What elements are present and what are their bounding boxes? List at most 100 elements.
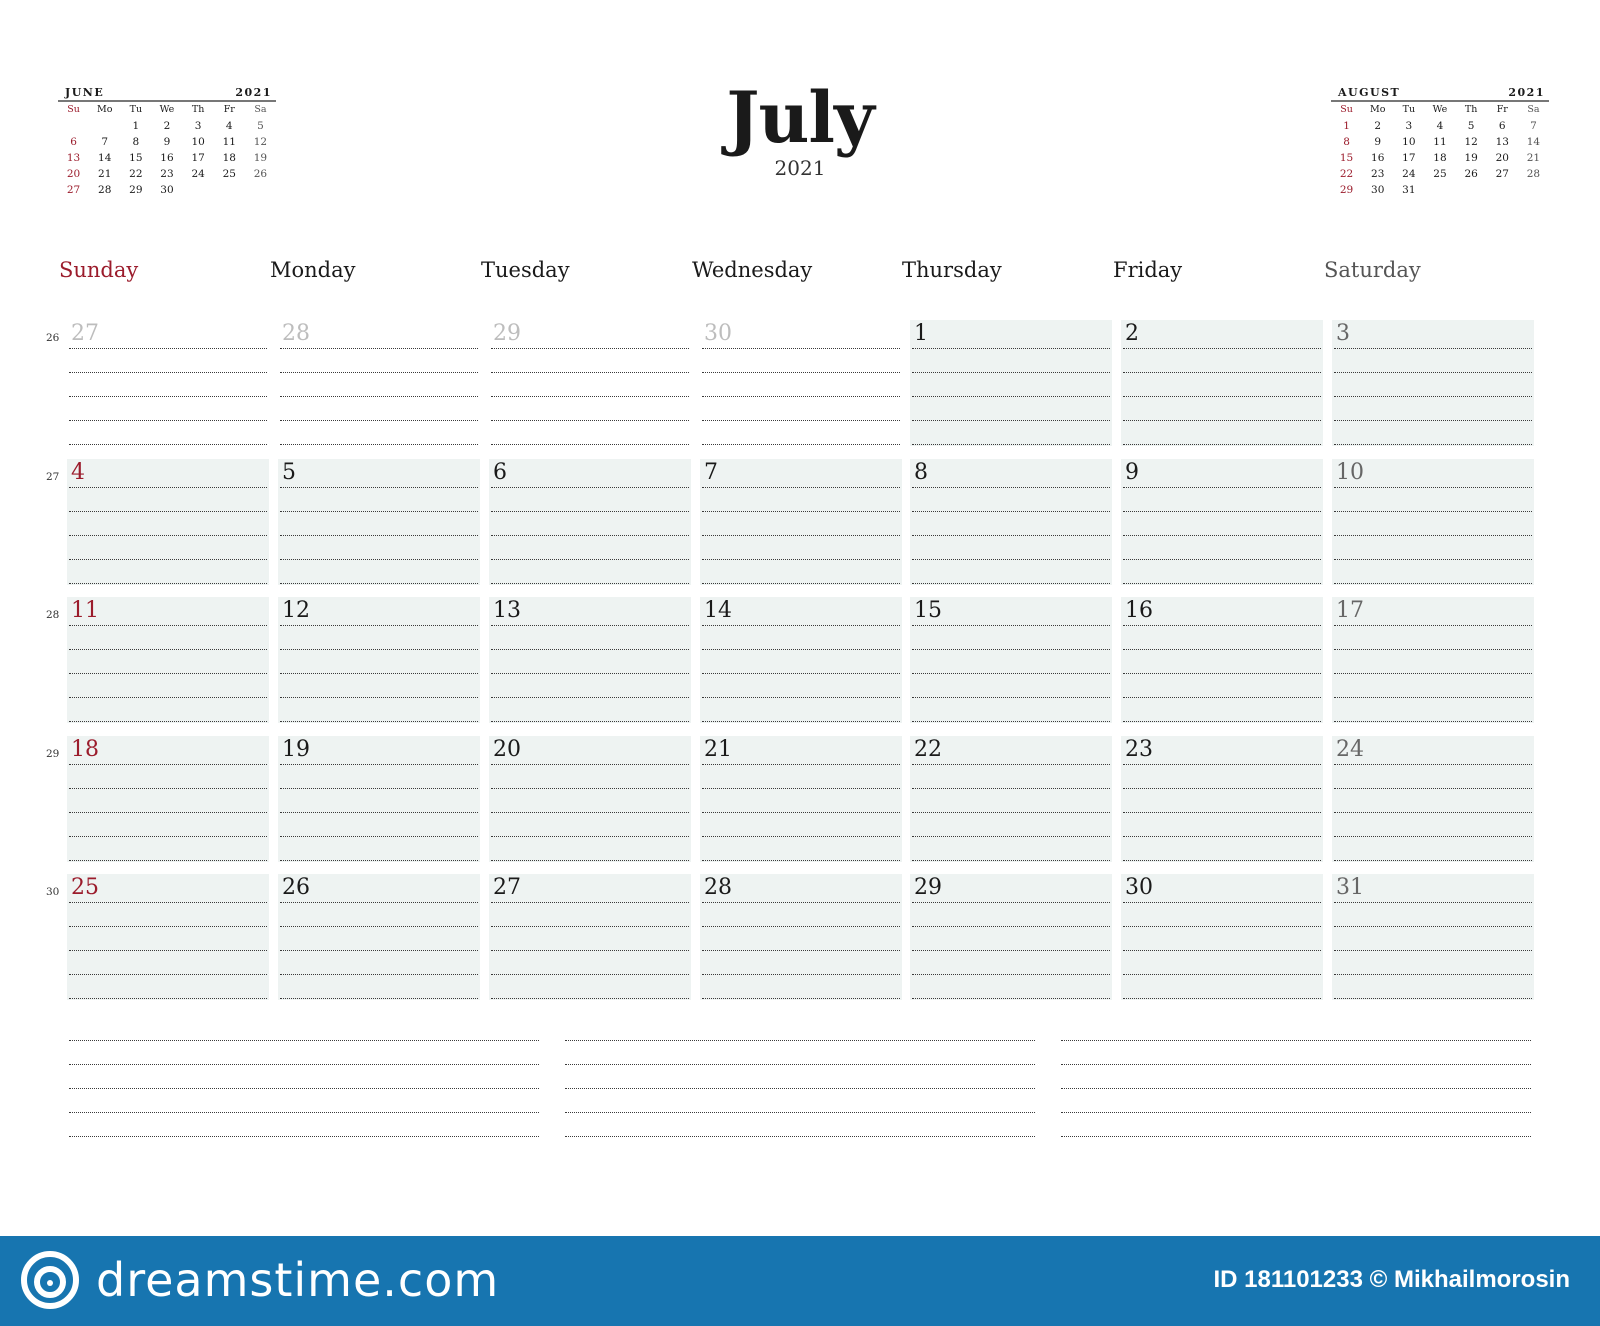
writing-line [702,764,900,765]
week-number: 30 [46,886,60,898]
writing-line [1123,974,1321,975]
day-cell[interactable]: 20 [489,736,691,862]
day-number: 18 [71,737,99,762]
day-cell[interactable]: 10 [1332,459,1534,585]
writing-line [1123,649,1321,650]
day-number: 21 [704,737,732,762]
writing-line [1123,926,1321,927]
note-line [565,1136,1035,1137]
writing-line [69,444,267,445]
day-cell[interactable]: 26 [278,874,480,1000]
day-cell[interactable]: 2 [1121,320,1323,446]
day-cell[interactable]: 22 [910,736,1112,862]
writing-line [491,860,689,861]
writing-line [491,764,689,765]
day-number: 28 [704,875,732,900]
day-cell[interactable]: 3 [1332,320,1534,446]
writing-line [1123,998,1321,999]
day-number: 14 [704,598,732,623]
writing-line [1334,511,1532,512]
writing-line [1334,673,1532,674]
writing-line [702,902,900,903]
day-cell[interactable]: 13 [489,597,691,723]
day-cell[interactable]: 29 [910,874,1112,1000]
writing-line [69,511,267,512]
day-cell[interactable]: 16 [1121,597,1323,723]
note-line [69,1040,539,1041]
writing-line [69,998,267,999]
writing-line [69,788,267,789]
day-cell[interactable]: 28 [700,874,902,1000]
day-cell[interactable]: 11 [67,597,269,723]
day-cell[interactable]: 23 [1121,736,1323,862]
writing-line [1123,511,1321,512]
day-cell[interactable]: 9 [1121,459,1323,585]
day-number: 10 [1336,460,1364,485]
day-cell[interactable]: 1 [910,320,1112,446]
day-cell[interactable]: 27 [67,320,269,446]
writing-line [1123,721,1321,722]
day-cell[interactable]: 29 [489,320,691,446]
writing-line [491,487,689,488]
writing-line [491,721,689,722]
day-cell[interactable]: 17 [1332,597,1534,723]
writing-line [280,764,478,765]
writing-line [280,348,478,349]
note-line [1061,1064,1531,1065]
note-line [69,1064,539,1065]
day-cell[interactable]: 25 [67,874,269,1000]
dreamstime-logo: dreamstime.com [20,1250,499,1310]
day-cell[interactable]: 21 [700,736,902,862]
day-cell[interactable]: 4 [67,459,269,585]
writing-line [912,673,1110,674]
writing-line [702,396,900,397]
writing-line [912,649,1110,650]
day-number: 1 [914,321,928,346]
day-cell[interactable]: 31 [1332,874,1534,1000]
day-cell[interactable]: 27 [489,874,691,1000]
writing-line [280,535,478,536]
day-cell[interactable]: 15 [910,597,1112,723]
day-number: 29 [493,321,521,346]
writing-line [69,836,267,837]
mini-day: 31 [1402,184,1416,196]
day-number: 17 [1336,598,1364,623]
day-cell[interactable]: 30 [1121,874,1323,1000]
day-cell[interactable]: 28 [278,320,480,446]
writing-line [491,649,689,650]
day-number: 20 [493,737,521,762]
writing-line [1123,764,1321,765]
day-cell[interactable]: 18 [67,736,269,862]
writing-line [702,860,900,861]
writing-line [1334,721,1532,722]
writing-line [1123,902,1321,903]
writing-line [912,625,1110,626]
writing-line [491,836,689,837]
writing-line [702,974,900,975]
writing-line [280,721,478,722]
day-cell[interactable]: 7 [700,459,902,585]
writing-line [280,812,478,813]
day-cell[interactable]: 6 [489,459,691,585]
writing-line [491,559,689,560]
writing-line [702,511,900,512]
writing-line [280,372,478,373]
day-cell[interactable]: 12 [278,597,480,723]
writing-line [1334,444,1532,445]
writing-line [69,697,267,698]
writing-line [491,348,689,349]
writing-line [69,860,267,861]
day-cell[interactable]: 14 [700,597,902,723]
day-number: 30 [1125,875,1153,900]
day-cell[interactable]: 5 [278,459,480,585]
writing-line [1334,998,1532,999]
day-cell[interactable]: 19 [278,736,480,862]
month-title: July [726,76,874,159]
day-cell[interactable]: 24 [1332,736,1534,862]
day-number: 23 [1125,737,1153,762]
writing-line [1334,950,1532,951]
day-cell[interactable]: 8 [910,459,1112,585]
day-cell[interactable]: 30 [700,320,902,446]
writing-line [912,764,1110,765]
writing-line [280,673,478,674]
